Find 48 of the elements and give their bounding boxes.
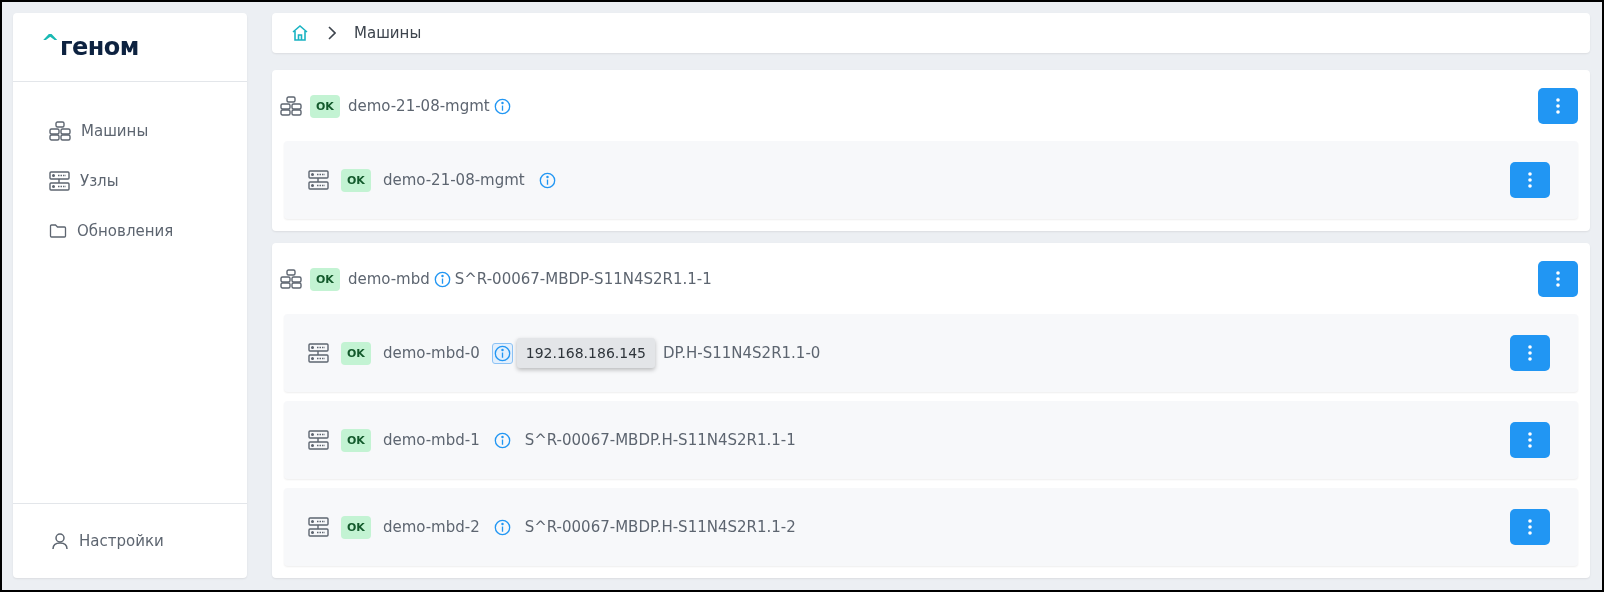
serial-number: DP.H-S11N4S2R1.1-0 xyxy=(662,344,821,362)
status-badge: OK xyxy=(341,428,371,452)
server-icon xyxy=(308,430,329,450)
more-button[interactable] xyxy=(1510,422,1550,458)
more-vertical-icon xyxy=(1528,172,1532,188)
more-button[interactable] xyxy=(1510,162,1550,198)
more-vertical-icon xyxy=(1528,519,1532,535)
status-badge: OK xyxy=(310,94,340,118)
server-icon xyxy=(308,343,329,363)
more-button[interactable] xyxy=(1538,261,1578,297)
tooltip: 192.168.186.145 xyxy=(516,338,655,368)
serial-number: S^R-00067-MBDP.H-S11N4S2R1.1-1 xyxy=(524,431,796,449)
status-badge: OK xyxy=(341,515,371,539)
node-name: demo-mbd-0 xyxy=(382,344,480,362)
machine-name: demo-mbd xyxy=(347,270,430,288)
server-icon xyxy=(308,517,329,537)
status-badge: OK xyxy=(341,341,371,365)
server-icon xyxy=(49,171,70,191)
status-badge: OK xyxy=(310,267,340,291)
nav-item[interactable]: Узлы xyxy=(49,168,119,194)
more-vertical-icon xyxy=(1528,432,1532,448)
machines-icon xyxy=(280,96,302,116)
status-badge: OK xyxy=(341,168,371,192)
more-button[interactable] xyxy=(1538,88,1578,124)
more-button[interactable] xyxy=(1510,335,1550,371)
home-icon[interactable] xyxy=(291,24,309,42)
node-name: demo-mbd-1 xyxy=(382,431,480,449)
nav-item[interactable]: Машины xyxy=(49,118,149,144)
nav-item[interactable]: Обновления xyxy=(49,218,174,244)
breadcrumb-current: Машины xyxy=(354,24,422,42)
logo: ^геном xyxy=(41,33,139,61)
machines-icon xyxy=(49,121,71,141)
user-icon xyxy=(51,532,69,550)
node-name: demo-mbd-2 xyxy=(382,518,480,536)
serial-number: S^R-00067-MBDP-S11N4S2R1.1-1 xyxy=(454,270,712,288)
more-vertical-icon xyxy=(1556,271,1560,287)
folder-icon xyxy=(49,223,67,239)
server-icon xyxy=(308,170,329,190)
node-name: demo-21-08-mgmt xyxy=(382,171,525,189)
info-icon[interactable] xyxy=(491,342,513,364)
machines-icon xyxy=(280,269,302,289)
machine-name: demo-21-08-mgmt xyxy=(347,97,490,115)
more-button[interactable] xyxy=(1510,509,1550,545)
nav-item[interactable]: Настройки xyxy=(51,528,164,554)
more-vertical-icon xyxy=(1528,345,1532,361)
chevron-icon xyxy=(327,26,336,40)
more-vertical-icon xyxy=(1556,98,1560,114)
serial-number: S^R-00067-MBDP.H-S11N4S2R1.1-2 xyxy=(524,518,796,536)
